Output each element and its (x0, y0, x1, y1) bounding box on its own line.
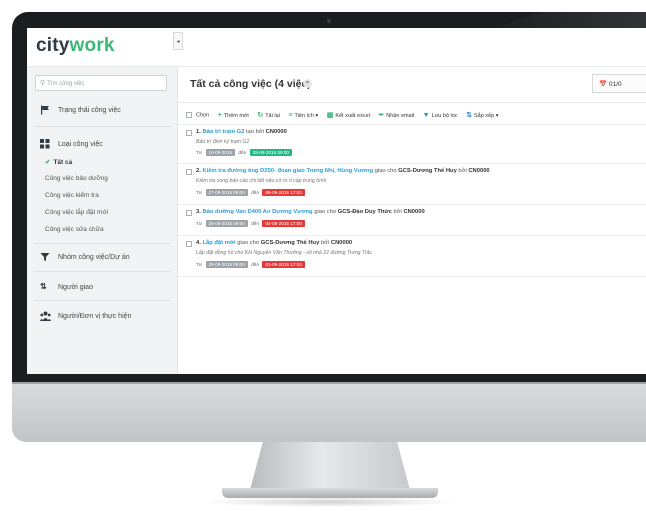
sidebar-item-all[interactable]: ✔ Tất cả (45, 158, 72, 166)
task-heading: 1. Bảo trì trạm G2 tạo bởi CN0000 (196, 129, 287, 135)
group-icon (40, 311, 51, 321)
start-date-badge: 10-09-2015 (205, 149, 235, 156)
sidebar-item-inspection[interactable]: Công việc kiểm tra (45, 192, 99, 199)
sidebar-section-type[interactable]: Loại công việc (27, 134, 177, 156)
task-description: Bảo trì định kỳ trạm G2 (196, 139, 250, 145)
header-divider (178, 102, 646, 103)
sidebar-section-group[interactable]: Nhóm công việc/Dự án (27, 247, 177, 269)
task-row[interactable]: 1. Bảo trì trạm G2 tạo bởi CN0000 Bảo tr… (178, 124, 646, 163)
page-title: Tất cả công việc (4 việc) (190, 78, 311, 90)
sidebar-item-installation[interactable]: Công việc lắp đặt mới (45, 209, 108, 216)
export-excel-button[interactable]: ▦ Kết xuất excel (327, 111, 370, 119)
task-title-link[interactable]: Bảo dưỡng Van D400 An Dương Vương (202, 209, 312, 215)
task-dates: Từ 10-09-2015 đến 28-09-2015 09:00 (196, 149, 294, 156)
add-button[interactable]: + Thêm mới (218, 112, 249, 119)
task-checkbox[interactable] (186, 241, 192, 247)
task-title-link[interactable]: Bảo trì trạm G2 (202, 129, 244, 135)
task-row[interactable]: 2. Kiểm tra đường ống D250- đoạn giao Tr… (178, 163, 646, 204)
task-title-link[interactable]: Lắp đặt mới (202, 240, 235, 246)
app-logo[interactable]: citywork (36, 35, 115, 57)
sidebar-section-assignee[interactable]: Người/Đơn vị thực hiện (27, 306, 177, 328)
reload-button[interactable]: ↻ Tải lại (257, 111, 280, 119)
chin-divider (12, 382, 646, 384)
stand-shadow (200, 497, 460, 507)
monitor-chin (12, 382, 646, 442)
email-button[interactable]: ✒ Nhận email (378, 111, 414, 119)
calendar-icon: 📅 (599, 81, 608, 88)
task-row[interactable]: 4. Lắp đặt mới giao cho GCS-Dương Thế Hu… (178, 235, 646, 277)
task-checkbox[interactable] (186, 130, 192, 136)
task-dates: Từ 27-08-2015 09:00 đến 05-09-2015 17:00 (196, 189, 307, 196)
check-icon: ✔ (45, 159, 51, 166)
sort-menu-button[interactable]: ⇅ Sắp xếp ▾ (466, 111, 498, 119)
sidebar-item-maintenance[interactable]: Công việc bảo dưỡng (45, 175, 108, 182)
date-picker-button[interactable]: 📅 01/0 (592, 74, 646, 93)
select-all-checkbox[interactable] (186, 111, 192, 118)
save-filter-button[interactable]: ▼ Lưu bộ lọc (423, 112, 458, 119)
search-placeholder: Tìm công việc (47, 81, 85, 87)
plus-icon: + (217, 111, 222, 119)
task-heading: 3. Bảo dưỡng Van D400 An Dương Vương gia… (196, 209, 425, 215)
task-row[interactable]: 3. Bảo dưỡng Van D400 An Dương Vương gia… (178, 204, 646, 235)
monitor-stand-neck (250, 442, 410, 490)
task-dates: Từ 29-08-2015 09:00 đến 01-09-2015 17:00 (196, 261, 307, 268)
main-panel: Tất cả công việc (4 việc) ▾ 📅 01/0 Chọn … (178, 67, 646, 374)
sort-people-icon: ⇅ (40, 282, 47, 291)
sidebar-collapse-button[interactable]: ◂ (173, 32, 183, 50)
grid-icon (40, 139, 50, 149)
flag-icon (40, 105, 50, 115)
task-checkbox[interactable] (186, 169, 192, 175)
select-all-button[interactable]: Chọn (186, 111, 209, 118)
sidebar-divider (33, 271, 171, 272)
sidebar-divider (33, 243, 171, 244)
due-date-badge: 04-09-2015 17:00 (262, 220, 305, 227)
search-input[interactable]: ⚲ Tìm công việc (35, 75, 167, 91)
top-bar: citywork (27, 28, 646, 67)
caret-down-icon: ▾ (495, 113, 499, 119)
start-date-badge: 27-08-2015 09:00 (205, 189, 248, 196)
app-screen: citywork ⚲ Tìm công việc Trạng thái công … (27, 28, 646, 374)
list-icon: ≡ (288, 111, 293, 119)
edit-icon: ✒ (378, 112, 385, 119)
due-date-badge: 28-09-2015 09:00 (249, 149, 292, 156)
filter-icon: ▼ (422, 111, 430, 119)
filter-icon (40, 252, 50, 262)
refresh-icon: ↻ (257, 112, 264, 119)
chevron-down-icon[interactable]: ▾ (303, 79, 312, 88)
due-date-badge: 01-09-2015 17:00 (262, 261, 305, 268)
task-description: Kiểm tra xong báo cáo chi tiết nếu có rò… (196, 178, 327, 184)
task-heading: 2. Kiểm tra đường ống D250- đoạn giao Tr… (196, 168, 490, 174)
due-date-badge: 05-09-2015 17:00 (262, 189, 305, 196)
search-icon: ⚲ (40, 80, 46, 87)
task-description: Lắp đặt đồng hồ cho KH Nguyễn Văn Thưởng… (196, 250, 372, 256)
sidebar-divider (33, 300, 171, 301)
excel-icon: ▦ (326, 112, 334, 119)
utilities-menu-button[interactable]: ≡ Tiện ích ▾ (288, 112, 318, 119)
toolbar: Chọn + Thêm mới ↻ Tải lại ≡ Tiện ích ▾ ▦ Kết… (186, 111, 505, 123)
sidebar-divider (33, 126, 171, 127)
start-date-badge: 29-08-2015 09:00 (205, 261, 248, 268)
sidebar-section-status[interactable]: Trạng thái công việc (27, 100, 177, 122)
sidebar-item-repair[interactable]: Công việc sửa chữa (45, 226, 104, 233)
caret-down-icon: ▾ (315, 112, 319, 119)
task-checkbox[interactable] (186, 210, 192, 216)
task-heading: 4. Lắp đặt mới giao cho GCS-Dương Thế Hu… (196, 240, 353, 246)
task-dates: Từ 28-08-2015 09:00 đến 04-09-2015 17:00 (196, 220, 307, 227)
camera-dot (327, 19, 331, 23)
task-title-link[interactable]: Kiểm tra đường ống D250- đoạn giao Trưng… (202, 168, 373, 174)
start-date-badge: 28-08-2015 09:00 (205, 220, 248, 227)
sidebar: ⚲ Tìm công việc Trạng thái công việc Loại… (27, 67, 178, 374)
sidebar-section-assigner[interactable]: ⇅ Người giao (27, 277, 177, 299)
sort-icon: ⇅ (466, 112, 472, 119)
